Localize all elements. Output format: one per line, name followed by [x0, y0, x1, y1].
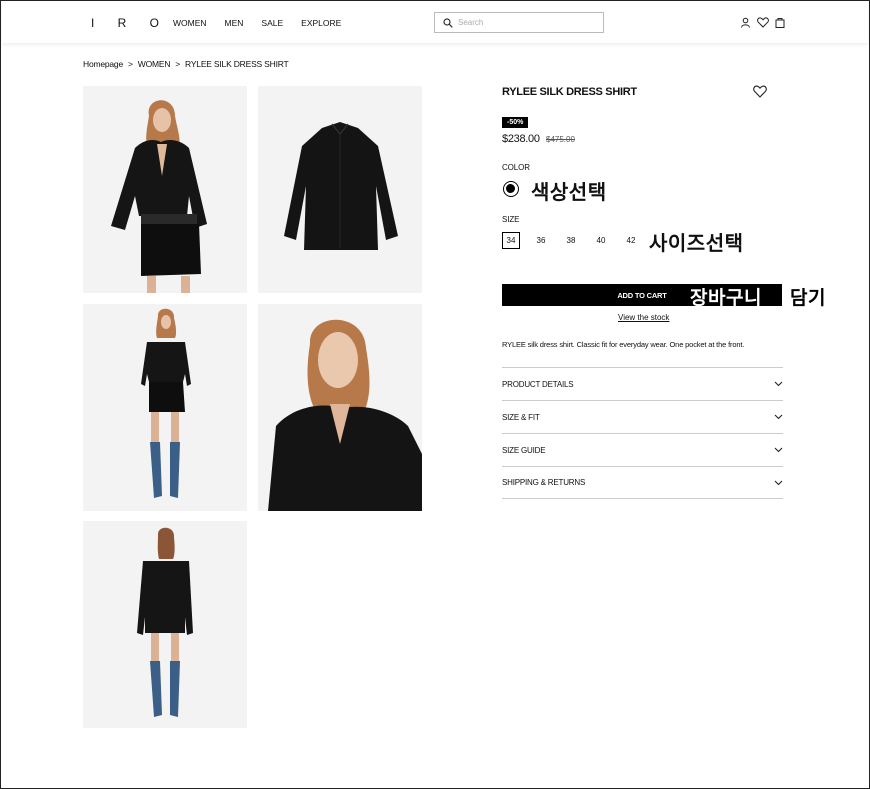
- discount-badge: -50%: [502, 117, 529, 128]
- product-title: RYLEE SILK DRESS SHIRT: [502, 86, 637, 98]
- size-option-40[interactable]: 40: [592, 232, 610, 249]
- search-input[interactable]: [458, 16, 598, 29]
- view-stock-link[interactable]: View the stock: [618, 313, 669, 322]
- accordion-size-fit[interactable]: SIZE & FIT: [502, 400, 783, 433]
- breadcrumb-current: RYLEE SILK DRESS SHIRT: [185, 59, 289, 69]
- nav-explore[interactable]: EXPLORE: [301, 18, 341, 28]
- accordion-label: PRODUCT DETAILS: [502, 379, 574, 389]
- search-icon: [443, 18, 453, 28]
- main-nav: WOMEN MEN SALE EXPLORE: [173, 18, 359, 28]
- breadcrumb: Homepage > WOMEN > RYLEE SILK DRESS SHIRT: [83, 59, 289, 69]
- breadcrumb-home[interactable]: Homepage: [83, 59, 123, 69]
- cart-annotation-2: 담기: [790, 288, 826, 309]
- product-image-3[interactable]: [83, 304, 247, 511]
- chevron-down-icon: [774, 381, 783, 387]
- chevron-down-icon: [774, 414, 783, 420]
- size-option-42[interactable]: 42: [622, 232, 640, 249]
- product-image-4[interactable]: [258, 304, 422, 511]
- cart-annotation-1: 장바구니: [690, 288, 762, 309]
- header-icons: [740, 17, 785, 28]
- nav-sale[interactable]: SALE: [261, 18, 283, 28]
- page-frame: I R O WOMEN MEN SALE EXPLORE Homepage > WO…: [0, 0, 870, 789]
- color-annotation: 색상선택: [531, 182, 607, 204]
- color-swatch-black[interactable]: [503, 181, 519, 197]
- accordion-size-guide[interactable]: SIZE GUIDE: [502, 433, 783, 466]
- size-option-38[interactable]: 38: [562, 232, 580, 249]
- add-to-cart-label: ADD TO CART: [617, 290, 667, 300]
- size-option-36[interactable]: 36: [532, 232, 550, 249]
- accordion-product-details[interactable]: PRODUCT DETAILS: [502, 367, 783, 400]
- product-image-5[interactable]: [83, 521, 247, 728]
- size-option-34[interactable]: 34: [502, 232, 520, 249]
- brand-logo[interactable]: I R O: [91, 16, 169, 30]
- product-description: RYLEE silk dress shirt. Classic fit for …: [502, 340, 745, 349]
- heart-icon[interactable]: [757, 17, 769, 28]
- original-price: $475.00: [546, 135, 575, 144]
- size-annotation: 사이즈선택: [649, 233, 744, 255]
- accordion-label: SHIPPING & RETURNS: [502, 478, 586, 487]
- site-header: I R O WOMEN MEN SALE EXPLORE: [2, 2, 868, 43]
- accordion-label: SIZE GUIDE: [502, 445, 546, 455]
- user-icon[interactable]: [740, 17, 751, 28]
- nav-women[interactable]: WOMEN: [173, 18, 207, 28]
- size-label: SIZE: [502, 215, 520, 224]
- breadcrumb-separator: >: [175, 59, 181, 69]
- accordion-label: SIZE & FIT: [502, 412, 540, 422]
- chevron-down-icon: [774, 480, 783, 485]
- bag-icon[interactable]: [775, 17, 785, 28]
- size-selector: 34 36 38 40 42: [502, 232, 652, 249]
- search-box[interactable]: [434, 12, 604, 33]
- breadcrumb-separator: >: [127, 59, 133, 69]
- wishlist-heart-icon[interactable]: [753, 85, 767, 98]
- nav-men[interactable]: MEN: [225, 18, 244, 28]
- breadcrumb-women[interactable]: WOMEN: [138, 59, 171, 69]
- accordion-shipping-returns[interactable]: SHIPPING & RETURNS: [502, 466, 783, 499]
- color-label: COLOR: [502, 163, 530, 172]
- chevron-down-icon: [774, 447, 783, 453]
- product-image-1[interactable]: [83, 86, 247, 293]
- product-image-2[interactable]: [258, 86, 422, 293]
- current-price: $238.00: [502, 133, 540, 145]
